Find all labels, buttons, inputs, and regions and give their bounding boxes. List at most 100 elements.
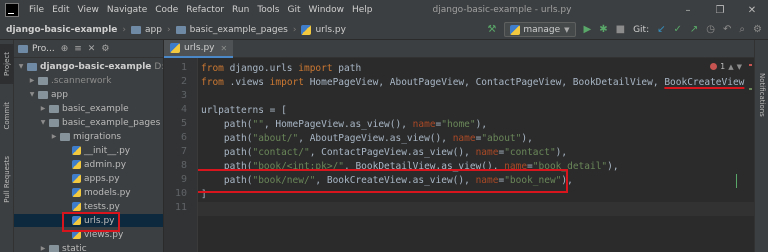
minimize-button[interactable]: – [672, 0, 704, 20]
inspection-widget[interactable]: 1 ▲ ▼ [710, 62, 742, 71]
search-icon[interactable]: ⌕ [739, 24, 745, 35]
line-number: 3 [180, 90, 187, 101]
breadcrumb-package[interactable]: basic_example_pages [175, 25, 288, 35]
tree-item-migrations[interactable]: ▶ migrations [14, 130, 121, 143]
annotation-box-urls-py [62, 212, 120, 232]
python-file-icon [72, 174, 81, 183]
menu-file[interactable]: File [25, 5, 48, 15]
breadcrumb-separator: › [292, 24, 297, 35]
debug-icon[interactable]: ✱ [599, 24, 607, 35]
tool-tab-project[interactable]: Project [0, 44, 14, 84]
tree-item-app[interactable]: ▼ app [14, 88, 68, 101]
error-icon [710, 63, 718, 70]
change-marker [736, 174, 737, 188]
breadcrumb-project[interactable]: django-basic-example [6, 25, 117, 35]
breadcrumb-app[interactable]: app [131, 25, 162, 35]
line-number: 9 [180, 174, 187, 185]
chevron-down-icon: ▼ [40, 119, 46, 126]
chevron-up-icon: ▲ [728, 62, 734, 71]
chevron-right-icon: ▶ [51, 133, 57, 140]
menu-tools[interactable]: Tools [253, 5, 283, 15]
menu-code[interactable]: Code [151, 5, 182, 15]
breadcrumb-file[interactable]: urls.py [301, 24, 346, 35]
tool-tab-pull-requests[interactable]: Pull Requests [0, 144, 14, 214]
tree-item-admin-py[interactable]: admin.py [14, 158, 126, 171]
tree-item-root[interactable]: ▼ django-basic-example D:\cc [14, 60, 163, 73]
menu-view[interactable]: View [74, 5, 103, 15]
tree-item-static[interactable]: ▶ static [14, 242, 87, 252]
toolbar-actions: ⚒ manage ▼ ▶ ✱ ■ Git: ↙ ✓ ↗ ◷ ↶ ⌕ ⚙ [487, 22, 768, 37]
line-number: 2 [180, 76, 187, 87]
menu-run[interactable]: Run [228, 5, 253, 15]
menu-refactor[interactable]: Refactor [182, 5, 228, 15]
hammer-icon[interactable]: ⚒ [487, 24, 496, 35]
folder-icon [38, 90, 48, 99]
folder-icon [131, 25, 141, 34]
git-update-icon[interactable]: ↙ [657, 24, 665, 35]
tab-urls-py[interactable]: urls.py ✕ [164, 40, 234, 58]
pycharm-logo-icon[interactable] [5, 3, 19, 17]
maximize-button[interactable]: ❐ [704, 0, 736, 20]
project-panel-title[interactable]: Pro... [32, 44, 55, 54]
menu-window[interactable]: Window [305, 5, 349, 15]
tree-item-basic-example-pages[interactable]: ▼ basic_example_pages [14, 116, 161, 129]
tool-tab-commit[interactable]: Commit [0, 96, 14, 136]
menu-git[interactable]: Git [283, 5, 304, 15]
git-label: Git: [633, 24, 650, 35]
project-panel-header: Pro... ⊕ ≡ ✕ ⚙ [14, 40, 163, 58]
folder-icon [49, 244, 59, 252]
python-file-icon [72, 202, 81, 211]
python-file-icon [72, 188, 81, 197]
run-configuration-select[interactable]: manage ▼ [504, 22, 576, 37]
git-push-icon[interactable]: ↗ [690, 24, 698, 35]
settings-icon[interactable]: ⚙ [101, 44, 109, 54]
close-tab-icon[interactable]: ✕ [221, 44, 228, 53]
tree-item-models-py[interactable]: models.py [14, 186, 131, 199]
line-number: 7 [180, 146, 187, 157]
run-icon[interactable]: ▶ [584, 24, 592, 35]
chevron-right-icon: ▶ [40, 105, 46, 112]
change-stripe-marker[interactable] [749, 88, 752, 90]
tree-item-init-py[interactable]: __init__.py [14, 144, 130, 157]
history-icon[interactable]: ◷ [706, 24, 715, 35]
folder-icon [60, 132, 70, 141]
highlighted-import-bookcreateview: BookCreateView [664, 77, 745, 88]
window-title: django-basic-example - urls.py [432, 5, 572, 15]
tree-item-apps-py[interactable]: apps.py [14, 172, 120, 185]
editor-tabs: urls.py ✕ [164, 40, 754, 58]
folder-icon [18, 44, 28, 53]
python-file-icon [170, 43, 180, 53]
python-icon [510, 24, 521, 35]
git-commit-icon[interactable]: ✓ [674, 24, 682, 35]
code-line-7: path("contact/", ContactPageView.as_view… [201, 147, 568, 158]
code-line-1: from django.urls import path [201, 63, 362, 74]
collapse-all-icon[interactable]: ≡ [74, 44, 82, 54]
crosshair-icon[interactable]: ⊕ [61, 44, 69, 54]
stop-icon[interactable]: ■ [616, 24, 625, 35]
folder-icon [38, 76, 48, 85]
chevron-right-icon: ▶ [29, 77, 35, 84]
folder-icon [49, 118, 59, 127]
menu-help[interactable]: Help [348, 5, 377, 15]
tree-item-scannerwork[interactable]: ▶ .scannerwork [14, 74, 112, 87]
tree-item-basic-example[interactable]: ▶ basic_example [14, 102, 129, 115]
menu-navigate[interactable]: Navigate [103, 5, 151, 15]
code-line-6: path("about/", AboutPageView.as_view(), … [201, 133, 533, 144]
code-line-5: path("", HomePageView.as_view(), name="h… [201, 119, 488, 130]
error-stripe-marker[interactable] [749, 64, 752, 66]
tool-tab-notifications[interactable]: Notifications [755, 60, 768, 130]
chevron-right-icon: ▶ [40, 245, 46, 252]
folder-icon [49, 104, 59, 113]
close-button[interactable]: ✕ [736, 0, 768, 20]
breadcrumb-separator: › [166, 24, 171, 35]
line-number: 5 [180, 118, 187, 129]
chevron-down-icon: ▼ [736, 62, 742, 71]
line-number: 8 [180, 160, 187, 171]
settings-icon[interactable]: ⚙ [753, 24, 762, 35]
breadcrumb-separator: › [122, 24, 126, 35]
menu-edit[interactable]: Edit [48, 5, 73, 15]
close-panel-icon[interactable]: ✕ [88, 44, 96, 54]
rollback-icon[interactable]: ↶ [723, 24, 731, 35]
code-editor[interactable]: 1 ▲ ▼ from django.urls import path from … [198, 58, 754, 252]
line-number-gutter: 1 2 3 4 5 6 7 8 9 10 11 [164, 58, 198, 252]
